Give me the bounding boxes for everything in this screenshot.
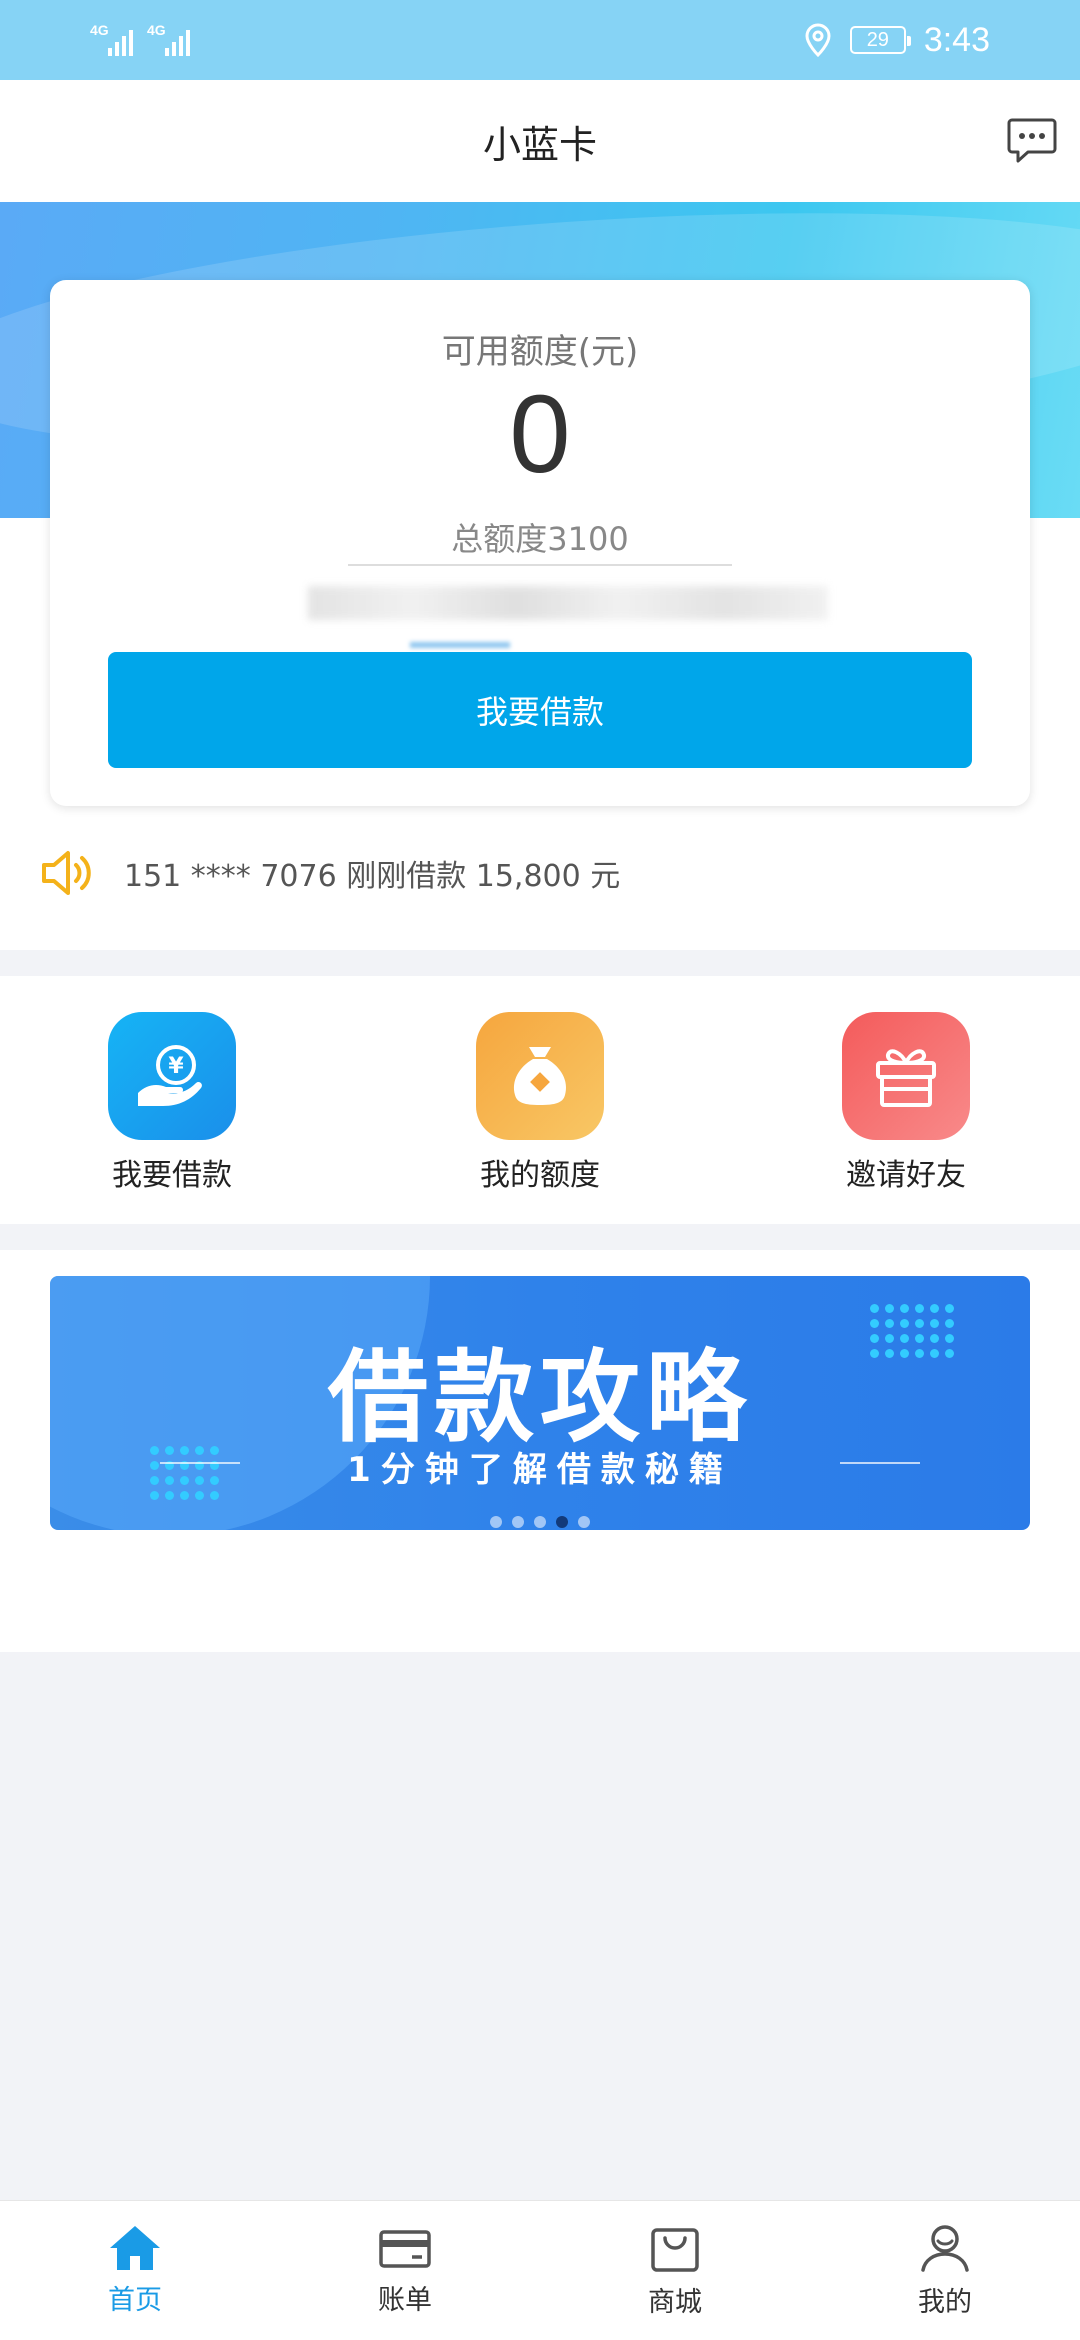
nav-mall[interactable]: 商城 [540,2201,810,2340]
divider [348,564,732,566]
banner-pager [50,1516,1030,1528]
card-icon [379,2230,431,2268]
available-quota-label: 可用额度(元) [441,332,639,372]
shortcut-grid: ¥ 我要借款 我的额度 邀请好友 [0,976,1080,1224]
shortcut-label: 我要借款 [112,1158,232,1193]
signal-indicators: 4G 4G [90,22,190,56]
yuan-hand-icon: ¥ [108,1012,236,1140]
nav-bills[interactable]: 账单 [270,2201,540,2340]
pager-dot[interactable] [578,1516,590,1528]
banner-subtitle: 1分钟了解借款秘籍 [347,1450,733,1490]
network-type-label: 4G [90,22,109,38]
shortcut-invite[interactable]: 邀请好友 [826,1012,986,1194]
location-icon [805,23,831,57]
app-header: 小蓝卡 [0,80,1080,202]
page-title: 小蓝卡 [482,122,597,167]
signal-icon: 4G [147,22,190,56]
shortcut-borrow[interactable]: ¥ 我要借款 [92,1012,252,1194]
shortcut-label: 邀请好友 [846,1158,966,1193]
nav-label: 账单 [378,2285,432,2316]
signal-icon: 4G [90,22,133,56]
battery-icon: 29 [849,26,911,54]
home-icon [110,2226,160,2270]
pager-dot-active[interactable] [556,1516,568,1528]
status-bar: 4G 4G 29 3:43 [0,0,1080,80]
banner-section: 借款攻略 1分钟了解借款秘籍 [0,1250,1080,1652]
speaker-icon [42,851,91,895]
shortcut-label: 我的额度 [480,1158,600,1193]
svg-text:¥: ¥ [168,1054,184,1079]
banner-title: 借款攻略 [328,1338,752,1456]
bottom-nav: 首页 账单 商城 我的 [0,2200,1080,2340]
nav-home[interactable]: 首页 [0,2201,270,2340]
nav-profile[interactable]: 我的 [810,2201,1080,2340]
money-bag-icon [476,1012,604,1140]
borrow-button[interactable]: 我要借款 [108,652,972,768]
user-icon [921,2225,969,2272]
pager-dot[interactable] [490,1516,502,1528]
gift-icon [842,1012,970,1140]
nav-label: 商城 [648,2287,702,2318]
available-quota-value: 0 [509,373,571,496]
redacted-info [308,586,828,620]
shortcut-my-quota[interactable]: 我的额度 [460,1012,620,1194]
loan-notice: 151 **** 7076 刚刚借款 15,800 元 [40,848,620,898]
chat-bubble-icon[interactable] [1006,114,1058,166]
nav-label: 首页 [108,2285,162,2316]
battery-level: 29 [866,28,889,51]
network-type-label: 4G [147,22,166,38]
total-quota-label: 总额度3100 [451,520,629,558]
shopping-bag-icon [651,2228,699,2272]
pager-dot[interactable] [534,1516,546,1528]
pager-dot[interactable] [512,1516,524,1528]
redacted-info [410,642,510,648]
promo-banner[interactable]: 借款攻略 1分钟了解借款秘籍 [50,1276,1030,1530]
notice-text: 151 **** 7076 刚刚借款 15,800 元 [124,859,621,894]
quota-card: 可用额度(元) 0 总额度3100 我要借款 [50,280,1030,806]
nav-label: 我的 [918,2287,972,2318]
clock: 3:43 [923,20,990,59]
